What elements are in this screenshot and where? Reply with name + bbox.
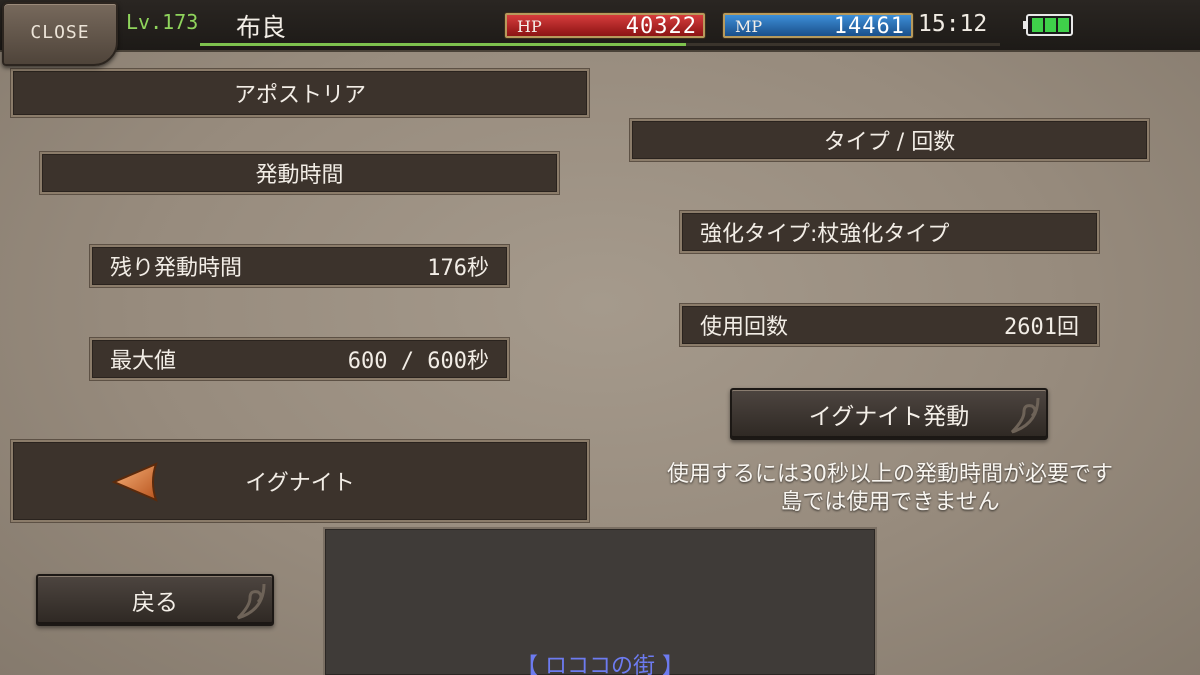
activate-ignite-label: イグナイト発動: [808, 404, 970, 430]
close-button[interactable]: CLOSE: [2, 2, 118, 66]
hp-gauge: HP 40322: [505, 13, 705, 39]
type-count-header-label: タイプ / 回数: [823, 130, 956, 155]
remaining-time-label: 残り発動時間: [110, 256, 243, 281]
use-count-value: 2601回: [1004, 315, 1079, 340]
remaining-time-value: 176秒: [427, 256, 489, 281]
battery-icon: [1023, 14, 1073, 36]
activate-ignite-button[interactable]: イグナイト発動: [730, 388, 1048, 440]
type-count-header: タイプ / 回数: [630, 119, 1149, 161]
exp-bar-fill: [200, 43, 686, 46]
mp-gauge: MP 14461: [723, 13, 913, 39]
back-button-label: 戻る: [132, 590, 178, 616]
left-arrow-icon[interactable]: [110, 460, 162, 504]
enhance-type-label: 強化タイプ:杖強化タイプ: [700, 222, 950, 247]
hp-label: HP: [517, 17, 542, 36]
use-count-row: 使用回数 2601回: [680, 304, 1099, 346]
max-value-label: 最大値: [110, 349, 177, 374]
title-panel: アポストリア: [11, 69, 589, 117]
use-count-label: 使用回数: [700, 315, 789, 340]
enhance-type-row: 強化タイプ:杖強化タイプ: [680, 211, 1099, 253]
back-button[interactable]: 戻る: [36, 574, 274, 626]
skill-name: イグナイト: [245, 471, 355, 496]
player-level: Lv.173: [126, 10, 199, 34]
player-name: 布良: [236, 13, 287, 42]
hp-value: 40322: [625, 14, 697, 39]
clock: 15:12: [918, 11, 988, 37]
duration-header-label: 発動時間: [255, 163, 344, 188]
skill-selector[interactable]: イグナイト: [11, 440, 589, 522]
location-name: 【 ロココの街 】: [516, 654, 684, 675]
max-value-value: 600 / 600秒: [347, 349, 489, 374]
mp-label: MP: [735, 17, 763, 36]
mp-value: 14461: [833, 14, 905, 39]
duration-header: 発動時間: [40, 152, 559, 194]
scroll-ornament-icon: [1010, 397, 1040, 434]
scroll-ornament-icon: [236, 583, 266, 620]
max-value-row: 最大値 600 / 600秒: [90, 338, 509, 380]
island-restriction-message: 島では使用できません: [780, 490, 1000, 515]
panel-title: アポストリア: [233, 83, 366, 108]
remaining-time-row: 残り発動時間 176秒: [90, 245, 509, 287]
